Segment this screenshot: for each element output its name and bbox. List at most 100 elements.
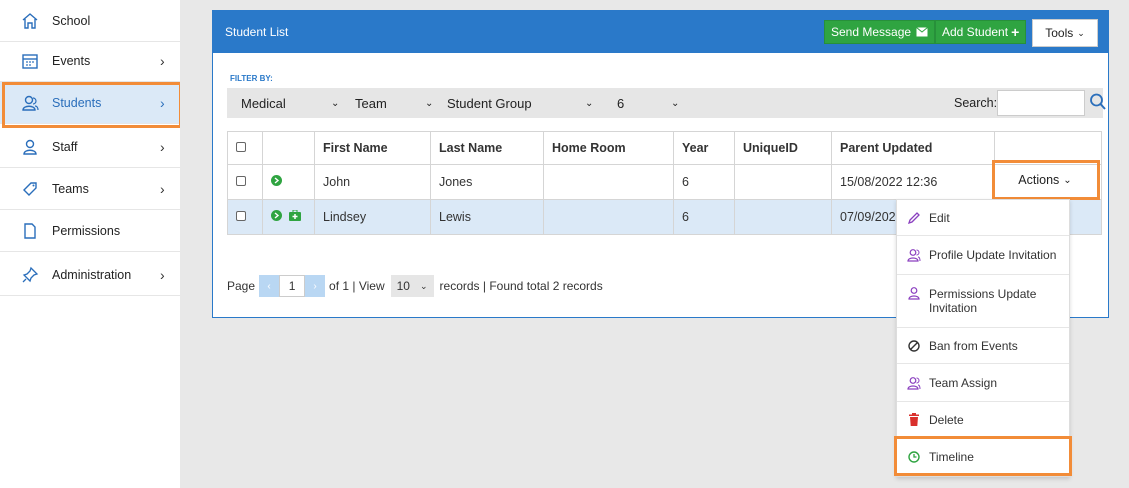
menu-item-label: Edit [929,210,950,225]
column-header[interactable]: Parent Updated [831,131,995,165]
chevron-right-icon: › [160,138,165,155]
panel-title: Student List [225,25,289,39]
year-select[interactable]: 6 ⌄ [617,88,697,118]
first-name-cell: Lindsey [314,199,431,235]
records-per-page-select[interactable]: 10 ⌄ [390,275,434,297]
chevron-right-icon: › [160,94,165,111]
search-icon[interactable] [1089,92,1107,112]
menu-item-edit[interactable]: Edit [897,200,1069,236]
staff-icon [20,137,40,157]
student-group-select-value: Student Group [447,95,532,111]
sidebar-item-teams[interactable]: Teams › [0,168,180,210]
document-icon [20,221,40,241]
students-icon [20,93,40,113]
sidebar-item-permissions[interactable]: Permissions [0,210,180,252]
sidebar-item-staff[interactable]: Staff › [0,126,180,168]
pagination: Page ‹ 1 › of 1 | View 10 ⌄ records | Fo… [227,275,603,297]
checkbox[interactable] [236,142,246,152]
menu-item-timeline[interactable]: Timeline [897,438,1069,476]
panel-header: Student List Send Message Add Student + … [213,11,1108,53]
clock-icon [907,450,921,464]
row-checkbox-cell[interactable] [227,199,263,235]
select-all-cell[interactable] [227,131,263,165]
medical-kit-icon[interactable] [289,210,302,221]
chevron-down-icon: ⌄ [1063,174,1072,186]
calendar-icon [20,51,40,71]
ban-icon [907,339,921,353]
menu-item-label: Profile Update Invitation [929,248,1057,262]
team-select-value: Team [355,95,387,111]
last-name-cell: Jones [430,164,544,200]
sidebar-item-label: Teams [52,181,89,196]
pencil-icon [907,211,921,225]
chevron-down-icon: ⌄ [425,97,434,109]
unique-id-cell [734,199,832,235]
sidebar-item-events[interactable]: Events › [0,40,180,82]
chevron-right-icon: › [160,266,165,283]
tools-label: Tools [1045,26,1074,40]
medical-select[interactable]: Medical ⌄ [241,88,345,118]
column-header[interactable]: Last Name [430,131,544,165]
arrow-circle-icon[interactable] [271,210,282,221]
tools-button[interactable]: Tools ⌄ [1032,19,1098,47]
actions-header [994,131,1102,165]
page-label: Page [227,279,256,293]
menu-item-profile-update-invitation[interactable]: Profile Update Invitation [897,236,1069,275]
envelope-icon [916,27,928,37]
unique-id-cell [734,164,832,200]
home-icon [20,11,40,31]
records-summary: records | Found total 2 records [439,279,603,293]
chevron-down-icon: ⌄ [419,280,428,291]
sidebar-item-students[interactable]: Students › [0,82,180,124]
sidebar-item-administration[interactable]: Administration › [0,254,180,296]
actions-button[interactable]: Actions ⌄ [992,162,1098,198]
chevron-down-icon: ⌄ [585,97,594,109]
arrow-circle-icon[interactable] [271,175,282,186]
chevron-down-icon: ⌄ [671,97,680,109]
menu-item-team-assign[interactable]: Team Assign [897,364,1069,402]
row-checkbox-cell[interactable] [227,164,263,200]
menu-item-label: Team Assign [929,375,998,390]
icons-header [262,131,315,165]
menu-item-label: Timeline [929,450,974,464]
menu-item-label: Delete [929,412,964,427]
row-icons-cell [262,199,315,235]
menu-item-label: Permissions Update Invitation [929,287,1037,315]
page-number-input[interactable]: 1 [279,275,306,297]
parent-updated-cell: 15/08/2022 12:36 [831,164,995,200]
sidebar-item-label: Students [52,95,102,110]
menu-item-label: Ban from Events [929,338,1018,353]
column-header[interactable]: Year [673,131,735,165]
table-row[interactable]: John Jones 6 15/08/2022 12:36 [227,164,1102,200]
send-message-button[interactable]: Send Message [824,20,936,44]
sidebar-item-label: Staff [52,139,78,154]
add-student-button[interactable]: Add Student + [935,20,1027,44]
table-header-row: First Name Last Name Home Room Year Uniq… [227,131,1102,165]
send-message-label: Send Message [831,25,912,39]
person-icon [907,286,921,300]
team-select[interactable]: Team ⌄ [355,88,439,118]
year-select-value: 6 [617,95,625,111]
first-name-cell: John [314,164,431,200]
student-group-select[interactable]: Student Group ⌄ [447,88,595,118]
records-per-page-value: 10 [396,279,410,293]
home-room-cell [543,164,674,200]
search-input[interactable] [997,90,1085,116]
sidebar: School Events › Students › Staff › Teams… [0,0,182,488]
sidebar-item-school[interactable]: School [0,0,180,42]
search-label: Search: [954,96,998,110]
checkbox[interactable] [236,211,246,221]
column-header[interactable]: First Name [314,131,431,165]
next-page-button[interactable]: › [305,275,326,297]
tag-icon [20,179,40,199]
menu-item-delete[interactable]: Delete [897,402,1069,438]
last-name-cell: Lewis [430,199,544,235]
checkbox[interactable] [236,176,246,186]
menu-item-permissions-update-invitation[interactable]: Permissions Update Invitation [897,275,1069,328]
column-header[interactable]: Home Room [543,131,674,165]
chevron-down-icon: ⌄ [1077,27,1085,38]
year-cell: 6 [673,164,735,200]
menu-item-ban-from-events[interactable]: Ban from Events [897,328,1069,364]
prev-page-button[interactable]: ‹ [259,275,280,297]
column-header[interactable]: UniqueID [734,131,832,165]
